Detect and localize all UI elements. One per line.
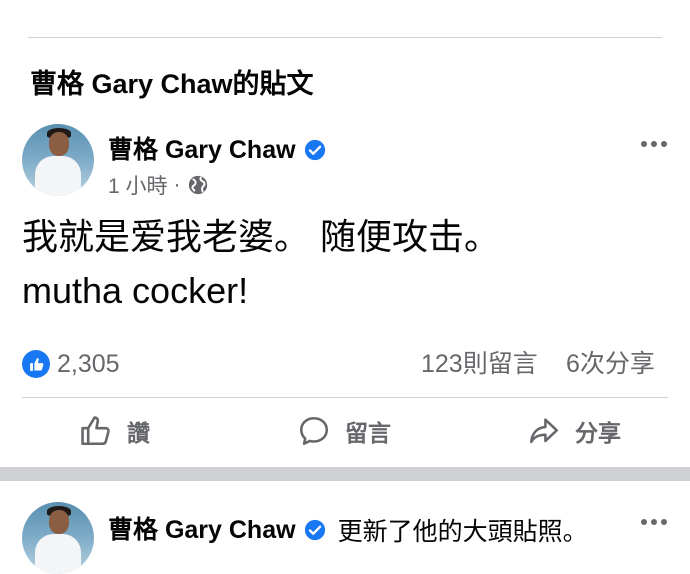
share-button-label: 分享 <box>575 420 621 446</box>
feed-separator <box>0 467 690 481</box>
comment-bubble-icon <box>299 416 329 446</box>
share-arrow-icon <box>529 418 559 444</box>
post-text-line-1: 我就是爱我老婆。 随便攻击。 <box>22 216 501 257</box>
page-title: 曹格 Gary Chaw的貼文 <box>30 69 314 99</box>
comment-button[interactable]: 留言 <box>297 414 391 448</box>
comment-button-label: 留言 <box>345 420 391 446</box>
thumbs-up-icon <box>81 416 110 446</box>
verified-badge-icon <box>304 139 325 161</box>
globe-icon <box>188 175 207 195</box>
author-avatar[interactable] <box>22 124 94 196</box>
actions-divider <box>22 397 668 398</box>
comment-count[interactable]: 123則留言 <box>421 347 538 381</box>
post-meta: 1 小時 · <box>108 170 209 200</box>
author-row: 曹格 Gary Chaw <box>108 134 326 166</box>
next-post-author-row: 曹格 Gary Chaw 更新了他的大頭貼照。 <box>108 512 588 548</box>
post-more-options-icon[interactable] <box>641 141 667 147</box>
verified-badge-icon <box>304 519 325 541</box>
next-post-activity: 更新了他的大頭貼照。 <box>337 518 588 546</box>
like-icon <box>22 350 50 378</box>
next-post-more-options-icon[interactable] <box>641 519 667 525</box>
like-button[interactable]: 讚 <box>79 414 150 448</box>
top-divider <box>28 37 662 38</box>
post-text-line-2: mutha cocker! <box>22 270 249 311</box>
like-button-label: 讚 <box>127 420 150 446</box>
action-bar: 讚 留言 分享 <box>0 414 690 454</box>
next-post-avatar[interactable] <box>22 502 94 574</box>
share-count[interactable]: 6次分享 <box>566 347 655 381</box>
author-name[interactable]: 曹格 Gary Chaw <box>108 134 296 166</box>
next-post-author-name[interactable]: 曹格 Gary Chaw <box>108 514 296 546</box>
reaction-count[interactable]: 2,305 <box>57 347 120 381</box>
post-text: 我就是爱我老婆。 随便攻击。 mutha cocker! <box>22 210 500 318</box>
post-time[interactable]: 1 小時 <box>108 170 168 200</box>
share-button[interactable]: 分享 <box>527 414 621 448</box>
meta-separator: · <box>173 173 181 196</box>
